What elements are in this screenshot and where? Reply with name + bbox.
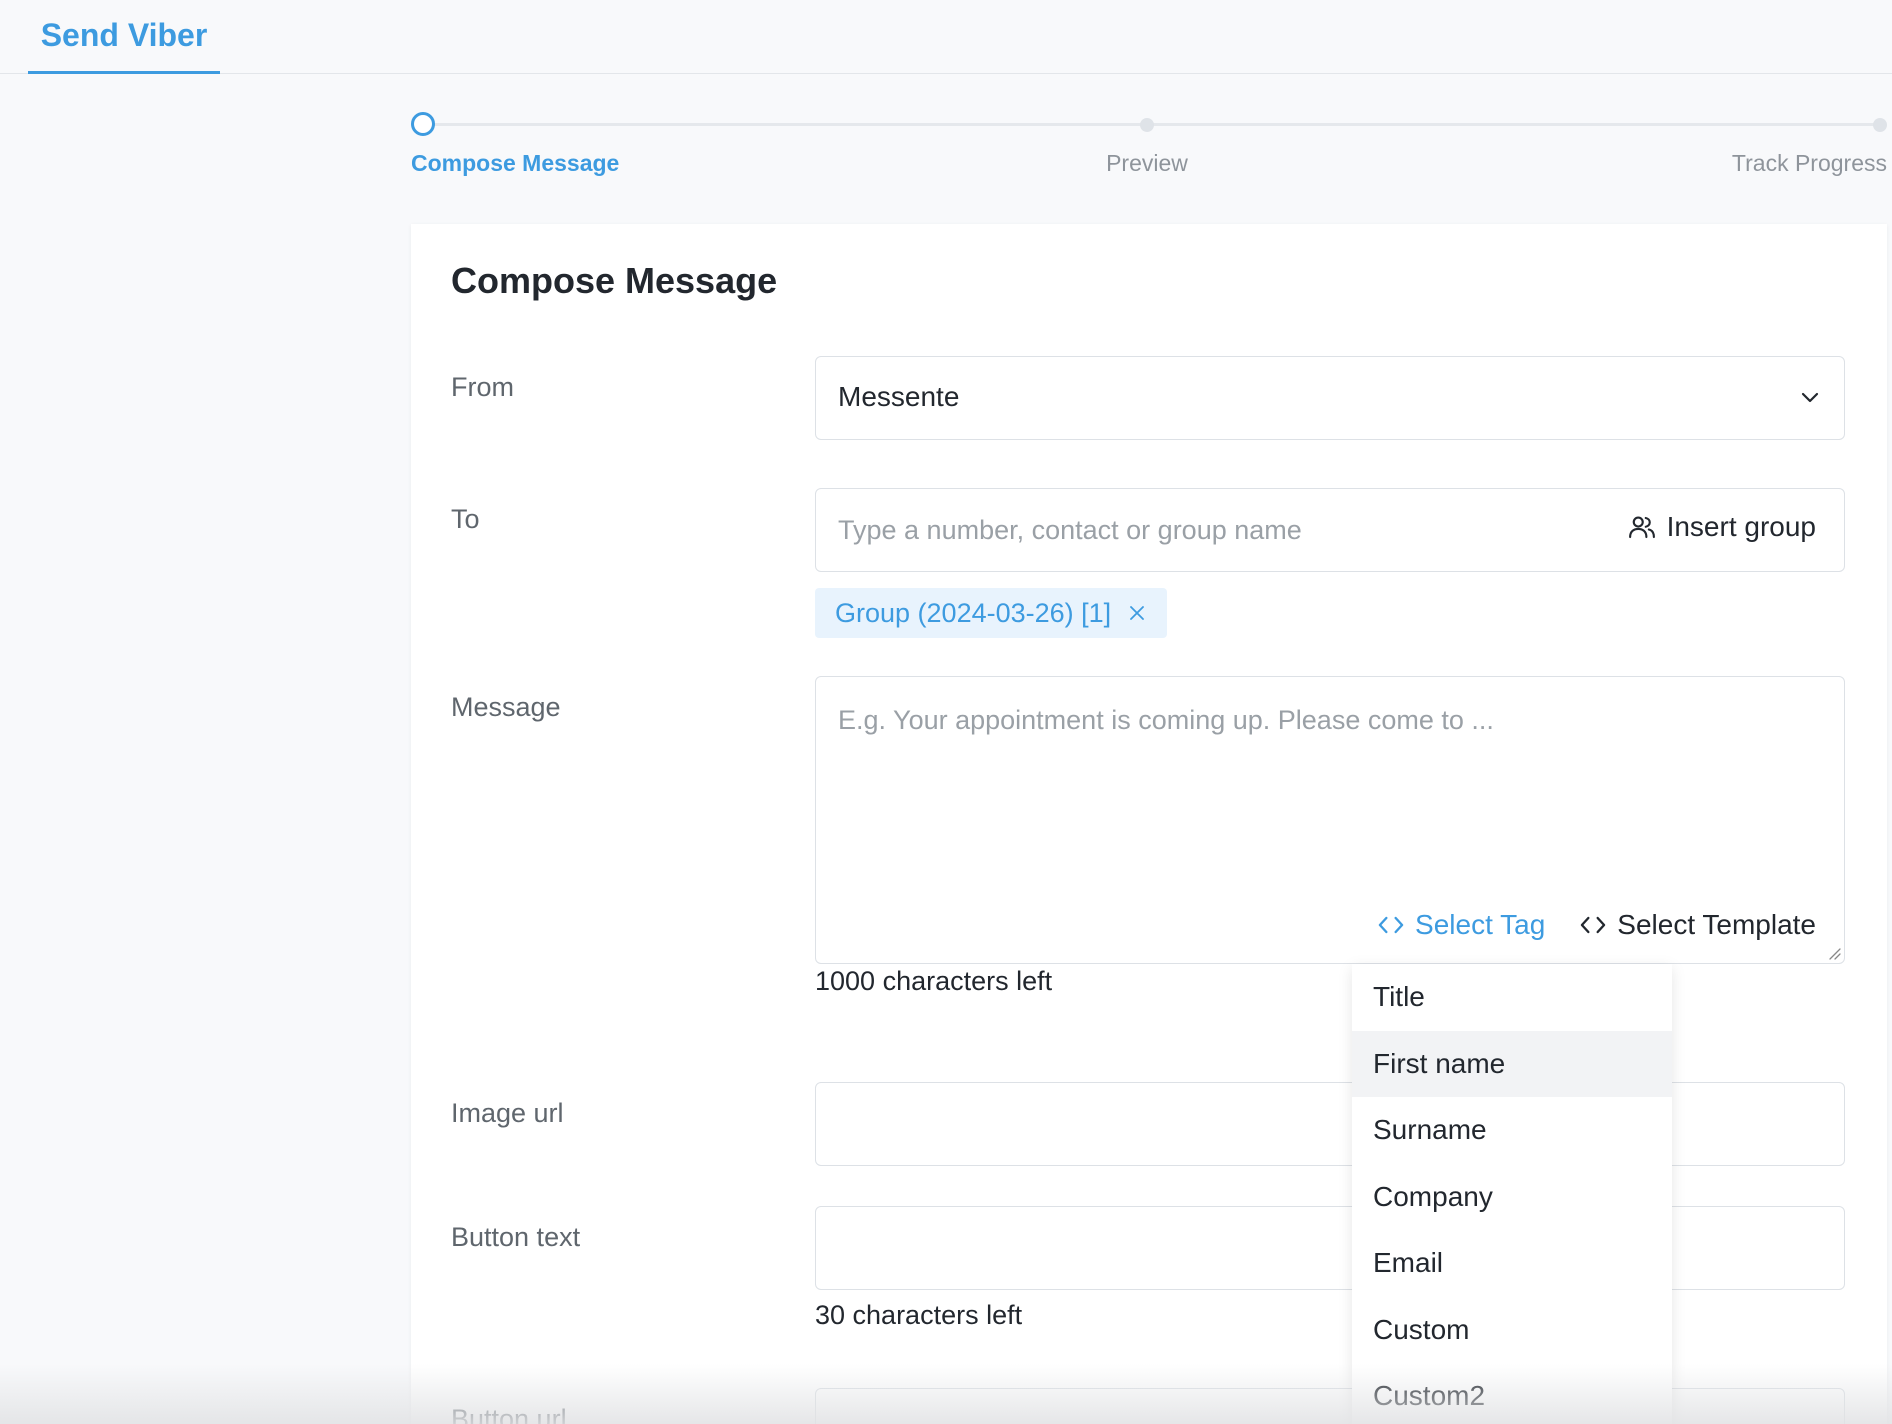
code-icon: [1581, 916, 1606, 934]
button-text-label: Button text: [451, 1222, 581, 1252]
to-label: To: [451, 504, 480, 534]
tab-send-viber[interactable]: Send Viber: [28, 0, 220, 74]
group-chip-label: Group (2024-03-26) [1]: [835, 597, 1112, 628]
from-label: From: [451, 372, 514, 402]
top-tab-bar: Send Viber: [0, 0, 1892, 74]
code-icon: [1378, 916, 1404, 934]
step-compose-label[interactable]: Compose Message: [411, 150, 619, 177]
step-track-label[interactable]: Track Progress: [1732, 150, 1887, 177]
message-placeholder: E.g. Your appointment is coming up. Plea…: [838, 705, 1494, 735]
select-tag-button[interactable]: Select Tag: [1377, 909, 1545, 941]
image-url-label: Image url: [451, 1098, 564, 1128]
to-input-placeholder: Type a number, contact or group name: [838, 515, 1302, 545]
select-template-button[interactable]: Select Template: [1579, 909, 1816, 941]
message-textarea[interactable]: E.g. Your appointment is coming up. Plea…: [815, 676, 1845, 964]
users-icon: [1628, 516, 1655, 539]
select-tag-label: Select Tag: [1415, 909, 1546, 940]
insert-group-button[interactable]: Insert group: [1627, 511, 1816, 543]
resize-handle-icon[interactable]: [1826, 945, 1842, 961]
page: Send Viber Compose Message Preview Track…: [0, 0, 1892, 1424]
button-text-input[interactable]: [815, 1206, 1845, 1290]
button-url-input[interactable]: [815, 1388, 1845, 1424]
insert-group-label: Insert group: [1666, 511, 1816, 542]
tag-option-custom[interactable]: Custom: [1352, 1297, 1672, 1364]
message-label: Message: [451, 692, 561, 722]
tag-option-surname[interactable]: Surname: [1352, 1097, 1672, 1164]
tag-option-custom2[interactable]: Custom2: [1352, 1363, 1672, 1424]
from-select-value: Messente: [838, 381, 960, 412]
card-title: Compose Message: [451, 260, 778, 301]
select-template-label: Select Template: [1617, 909, 1816, 940]
tag-option-title[interactable]: Title: [1352, 964, 1672, 1031]
message-actions: Select Tag Select Template: [1377, 909, 1816, 941]
group-chip: Group (2024-03-26) [1]: [815, 588, 1168, 638]
close-icon[interactable]: [1127, 603, 1147, 623]
step-preview-label[interactable]: Preview: [1106, 150, 1188, 177]
progress-stepper: Compose Message Preview Track Progress: [411, 110, 1887, 190]
message-char-counter: 1000 characters left: [815, 966, 1053, 996]
tag-option-company[interactable]: Company: [1352, 1164, 1672, 1231]
step-preview-dot: [1140, 118, 1154, 132]
button-text-char-counter: 30 characters left: [815, 1300, 1023, 1330]
tag-option-email[interactable]: Email: [1352, 1230, 1672, 1297]
tag-option-first-name[interactable]: First name: [1352, 1030, 1672, 1097]
button-url-label: Button url: [451, 1404, 567, 1424]
from-select[interactable]: Messente: [815, 356, 1845, 440]
tag-dropdown-menu: Title First name Surname Company Email C…: [1352, 964, 1672, 1424]
chevron-down-icon: [1801, 392, 1819, 403]
to-input[interactable]: Type a number, contact or group name Ins…: [815, 488, 1845, 572]
image-url-input[interactable]: [815, 1082, 1845, 1166]
step-track-dot: [1873, 118, 1887, 132]
step-compose-dot: [411, 112, 435, 136]
